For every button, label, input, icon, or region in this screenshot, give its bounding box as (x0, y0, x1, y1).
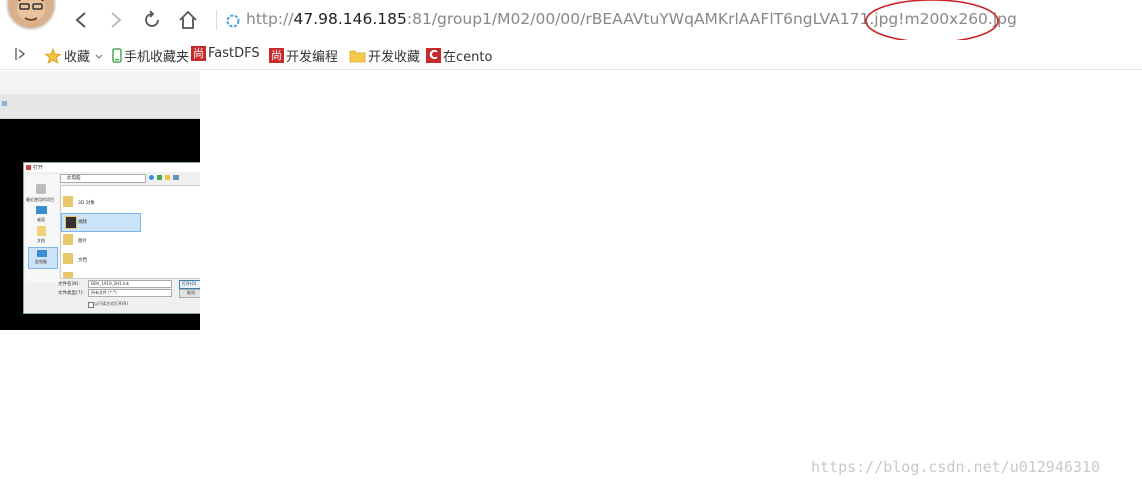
bookmark-label: 开发收藏 (368, 50, 421, 65)
home-icon (179, 10, 197, 29)
bookmark-label: 收藏 (64, 50, 91, 65)
filetype-select: 所有文件 (*.*) (88, 289, 172, 297)
file-item: 3D 对象 (78, 201, 95, 206)
place-this-pc: 此电脑 (35, 259, 47, 264)
place-documents: 文档 (37, 238, 45, 243)
shang-logo-icon: 尚 (269, 48, 284, 63)
back-button[interactable] (69, 8, 93, 32)
url-scheme: http:// (246, 10, 294, 28)
file-item: 文档 (78, 258, 87, 263)
c-logo-icon: C (426, 48, 441, 63)
chevron-down-icon (95, 54, 103, 59)
bookmark-centos[interactable]: C 在cento (426, 46, 492, 65)
bookmark-label: 手机收藏夹 (124, 50, 190, 65)
forward-arrow-icon (111, 12, 122, 28)
bookmark-favorites[interactable]: 收藏 (44, 46, 104, 65)
filename-label: 文件名(N): (58, 282, 80, 287)
refresh-button[interactable] (140, 8, 164, 32)
filetype-value: 所有文件 (*.*) (91, 290, 117, 295)
bookmark-label: FastDFS (208, 46, 260, 61)
open-button: 打开(O) (179, 280, 200, 289)
bookmark-label: 开发编程 (286, 50, 339, 65)
file-item: 视频 (78, 220, 87, 225)
dialog-app-icon (26, 165, 31, 170)
refresh-icon (145, 10, 159, 27)
dialog-toolbar-icons (149, 175, 179, 181)
url-host: 47.98.146.185 (293, 10, 407, 28)
filename-value: DBV_1919_2H1.lnk (91, 281, 129, 286)
filetype-label: 文件类型(T): (58, 291, 84, 296)
place-recent: 最近使用的项目 (26, 197, 54, 202)
lookin-value: 此电脑 (67, 176, 81, 181)
dialog-places-sidebar: 最近使用的项目 桌面 文档 此电脑 (25, 175, 59, 283)
bookmark-mobile[interactable]: 手机收藏夹 (112, 46, 189, 65)
tiny-app-icon (2, 101, 7, 106)
cancel-button: 取消 (179, 289, 200, 298)
browser-toolbar: http://47.98.146.185:81/group1/M02/00/00… (0, 0, 1142, 43)
toolbar-divider (216, 10, 217, 30)
bookmarks-bar: 收藏 手机收藏夹 尚 FastDFS 尚 开发编程 开发收藏 C 在cento (0, 40, 1142, 70)
open-file-dialog: 打开 查找范围(I): 此电脑 最近使用的项目 桌面 文档 此电脑 文件夹 (7… (23, 162, 200, 314)
bookmark-dev-favorites[interactable]: 开发收藏 (349, 46, 420, 65)
user-avatar[interactable] (6, 0, 56, 30)
back-arrow-icon (75, 12, 86, 28)
blog-watermark: https://blog.csdn.net/u012946310 (811, 458, 1100, 476)
filename-input: DBV_1919_2H1.lnk (88, 280, 172, 288)
thumbnail-top-bar (0, 71, 200, 94)
thumbnail-image: 打开 查找范围(I): 此电脑 最近使用的项目 桌面 文档 此电脑 文件夹 (7… (0, 71, 200, 330)
bookmark-label: 在cento (443, 50, 493, 65)
shang-logo-icon: 尚 (191, 46, 206, 61)
open-button-label: 打开(O) (182, 281, 197, 286)
home-button[interactable] (176, 8, 200, 32)
lookin-select: 此电脑 (60, 174, 146, 183)
cancel-button-label: 取消 (187, 290, 195, 295)
dialog-file-list: 3D 对象 视频 图片 文档 (60, 185, 200, 279)
dialog-title-bar: 打开 (24, 163, 200, 172)
sidebar-toggle-icon (15, 48, 26, 60)
bookmark-fastdfs[interactable]: 尚 FastDFS (191, 46, 260, 61)
loading-gear-icon (226, 14, 240, 28)
folder-icon (349, 50, 366, 62)
star-icon (44, 47, 62, 64)
readonly-label: 以只读方式打开(R) (94, 301, 128, 306)
sidebar-toggle-button[interactable] (14, 47, 26, 61)
red-ellipse-annotation (865, 0, 999, 43)
thumbnail-second-bar (0, 94, 200, 119)
forward-button[interactable] (104, 8, 128, 32)
file-item: 图片 (78, 239, 87, 244)
place-desktop: 桌面 (37, 217, 45, 222)
dialog-title: 打开 (33, 165, 44, 171)
bookmark-dev-programming[interactable]: 尚 开发编程 (269, 46, 338, 65)
phone-icon (112, 48, 122, 63)
